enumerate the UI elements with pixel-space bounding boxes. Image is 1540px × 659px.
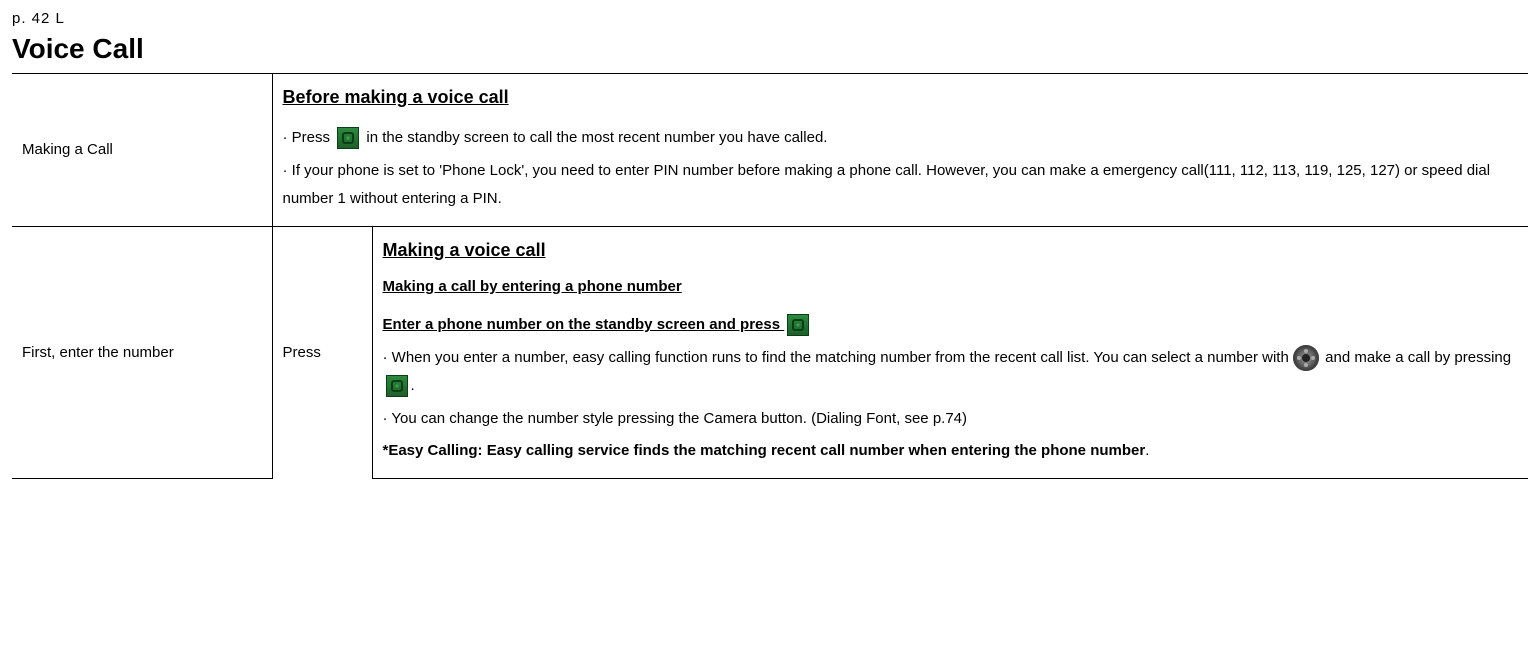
- row1-line2: · If your phone is set to 'Phone Lock', …: [283, 157, 1519, 214]
- row2-mid-cell: Press: [272, 226, 372, 478]
- row2-left-cell: First, enter the number: [12, 226, 272, 478]
- nav-icon: [1293, 345, 1319, 371]
- row2-para2: · You can change the number style pressi…: [383, 405, 1519, 434]
- row2-p3-end: .: [1145, 442, 1149, 459]
- page-title: Voice Call: [12, 33, 1528, 65]
- call-icon: [337, 127, 359, 149]
- row2-p1b: and make a call by pressing: [1325, 349, 1511, 366]
- row1-line1-b: in the standby screen to call the most r…: [366, 129, 827, 146]
- row1-left-label: Making a Call: [22, 141, 113, 158]
- row2-para1: · When you enter a number, easy calling …: [383, 344, 1519, 401]
- row1-line1: · Press in the standby screen to call th…: [283, 124, 1519, 153]
- row2-content-cell: Making a voice call Making a call by ent…: [372, 226, 1528, 478]
- call-icon: [787, 314, 809, 336]
- content-table: Making a Call Before making a voice call…: [12, 73, 1528, 479]
- page-header: p. 42 L: [12, 10, 1528, 27]
- row2-left-label: First, enter the number: [22, 344, 174, 361]
- call-icon: [386, 375, 408, 397]
- row2-heading1: Making a voice call: [383, 233, 546, 267]
- row2-para3: *Easy Calling: Easy calling service find…: [383, 437, 1519, 466]
- row2-heading3: Enter a phone number on the standby scre…: [383, 316, 785, 333]
- row2-p1c: .: [411, 377, 415, 394]
- row2-heading2: Making a call by entering a phone number: [383, 278, 682, 295]
- row1-heading: Before making a voice call: [283, 80, 509, 114]
- row2-p1a: · When you enter a number, easy calling …: [383, 349, 1293, 366]
- row1-content-cell: Before making a voice call · Press in th…: [272, 74, 1528, 227]
- row1-left-cell: Making a Call: [12, 74, 272, 227]
- row1-line1-a: · Press: [283, 129, 335, 146]
- row2-mid-label: Press: [283, 344, 321, 361]
- row2-p3-bold: *Easy Calling: Easy calling service find…: [383, 442, 1146, 459]
